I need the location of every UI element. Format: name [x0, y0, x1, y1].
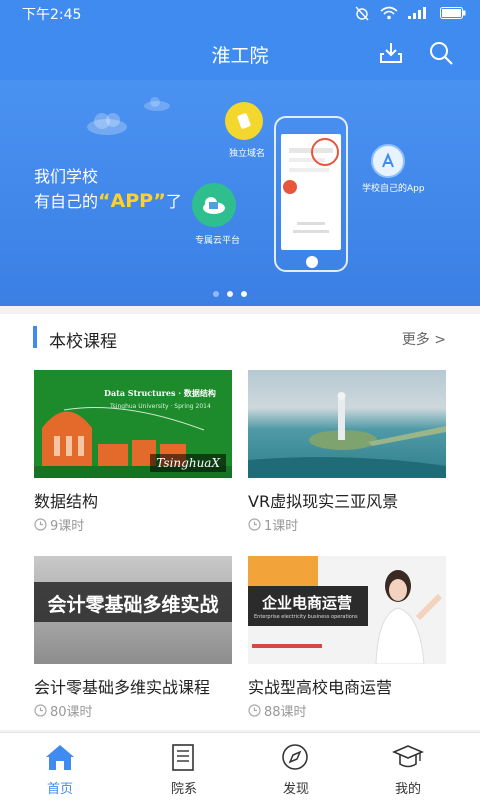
wifi-icon [380, 6, 398, 20]
banner-line2-suffix: 了 [165, 192, 182, 211]
status-icons [354, 5, 466, 21]
course-thumbnail [248, 370, 446, 478]
battery-icon [440, 7, 466, 19]
clock-icon [248, 704, 261, 717]
status-time: 下午2:45 [22, 7, 82, 23]
app-store-circle [371, 144, 405, 178]
status-bar: 下午2:45 [0, 0, 480, 26]
thumb-logo: TsinghuaX [150, 454, 226, 472]
cloud-icon [87, 113, 127, 135]
course-meta: 9课时 [34, 515, 84, 534]
tab-home[interactable]: 首页 [0, 733, 120, 800]
domain-circle [225, 102, 263, 140]
tab-label: 首页 [46, 782, 73, 797]
more-link[interactable]: 更多 > [402, 329, 446, 349]
clock-icon [34, 704, 47, 717]
label-app: 学校自己的App [362, 184, 425, 194]
banner-app-highlight: “APP” [98, 190, 166, 212]
banner-line2: 有自己的“APP”了 [34, 188, 182, 212]
carousel-dot[interactable] [213, 291, 219, 297]
course-thumbnail: 企业电商运营 Enterprise electricity business o… [248, 556, 446, 664]
app-store-icon [382, 152, 394, 168]
bottom-tab-bar: 首页 院系 发现 我的 [0, 732, 480, 800]
compass-icon [282, 744, 308, 770]
banner-line2-prefix: 有自己的 [34, 192, 99, 211]
banner-carousel[interactable]: 我们学校 有自己的“APP”了 独立域名 专属云平台 学校自己的App [0, 80, 480, 306]
lesson-count: 80课时 [50, 705, 93, 720]
cloud-icon [144, 97, 170, 111]
lesson-count: 1课时 [264, 519, 299, 534]
course-title: VR虚拟现实三亚风景 [248, 492, 399, 511]
course-card-accounting[interactable]: 会计零基础多维实战 会计零基础多维实战课程 80课时 [34, 556, 232, 726]
app-bar: 淮工院 [0, 26, 480, 80]
tab-departments[interactable]: 院系 [124, 733, 244, 800]
section-accent-bar [33, 326, 37, 348]
cloud-platform-circle [192, 183, 236, 227]
course-card-ecommerce[interactable]: 企业电商运营 Enterprise electricity business o… [248, 556, 446, 726]
clock-icon [248, 518, 261, 531]
carousel-dot[interactable] [241, 291, 247, 297]
thumb-title: 会计零基础多维实战 [47, 594, 219, 616]
lesson-count: 9课时 [50, 519, 85, 534]
tab-label: 我的 [394, 782, 421, 797]
island-illustration [248, 392, 446, 478]
label-cloud: 专属云平台 [195, 236, 241, 246]
course-meta: 1课时 [248, 515, 298, 534]
course-title: 实战型高校电商运营 [248, 678, 393, 697]
course-card-vr-sanya[interactable]: VR虚拟现实三亚风景 1课时 [248, 370, 446, 540]
tab-label: 院系 [170, 782, 197, 797]
signal-icon [408, 7, 426, 19]
carousel-dot-active[interactable] [227, 291, 233, 297]
app-title: 淮工院 [211, 45, 269, 67]
clock-icon [34, 518, 47, 531]
banner-line1: 我们学校 [34, 167, 99, 186]
section-title: 本校课程 [49, 332, 117, 352]
course-title: 会计零基础多维实战课程 [34, 678, 211, 697]
tab-label: 发现 [282, 782, 309, 797]
carousel-dots [213, 291, 247, 297]
alarm-off-icon [355, 6, 369, 21]
home-icon [46, 745, 74, 770]
phone-mockup [274, 116, 348, 272]
course-title: 数据结构 [34, 492, 99, 511]
course-thumbnail: 会计零基础多维实战 [34, 556, 232, 664]
cloud-platform-icon [203, 197, 225, 214]
tab-mine[interactable]: 我的 [348, 733, 468, 800]
course-thumbnail: Data Structures · 数据结构 Tsinghua Universi… [34, 370, 232, 478]
document-icon [172, 744, 194, 771]
tag-icon [237, 113, 251, 129]
lesson-count: 88课时 [264, 705, 307, 720]
course-section: 本校课程 更多 > Data Structures · 数据结构 Tsinghu… [0, 314, 480, 730]
search-icon[interactable] [428, 40, 454, 66]
course-meta: 88课时 [248, 701, 307, 720]
course-card-data-structures[interactable]: Data Structures · 数据结构 Tsinghua Universi… [34, 370, 232, 540]
graduation-cap-icon [392, 745, 424, 768]
course-meta: 80课时 [34, 701, 93, 720]
tab-discover[interactable]: 发现 [236, 733, 356, 800]
presenter-illustration [252, 570, 443, 664]
label-domain: 独立域名 [229, 149, 266, 159]
download-icon[interactable] [378, 40, 404, 66]
